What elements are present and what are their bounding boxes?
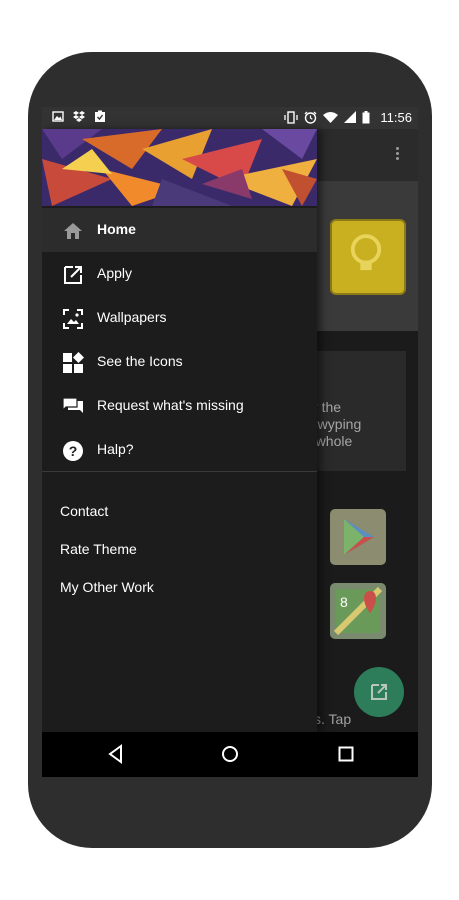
drawer-item-apply[interactable]: Apply [42, 252, 317, 296]
alarm-icon [304, 111, 317, 124]
drawer-item-label: Home [97, 221, 136, 237]
navigation-drawer: Home Apply Wallpapers See the Icons Requ… [42, 129, 317, 732]
drawer-item-request[interactable]: Request what's missing [42, 384, 317, 428]
drawer-item-contact[interactable]: Contact [60, 503, 108, 519]
drawer-item-label: Request what's missing [97, 397, 244, 413]
drawer-header-image [42, 129, 317, 206]
svg-text:8: 8 [340, 594, 348, 610]
wifi-icon [323, 112, 339, 123]
drawer-divider [42, 471, 317, 472]
chat-icon [62, 397, 83, 413]
system-nav-bar [42, 732, 418, 777]
drawer-item-wallpapers[interactable]: Wallpapers [42, 296, 317, 340]
open-external-icon [64, 266, 82, 284]
play-store-icon [330, 509, 386, 565]
maps-app-icon: 8 [330, 583, 386, 639]
image-icon [52, 111, 64, 122]
overflow-menu-icon[interactable] [396, 147, 400, 162]
drawer-item-label: Apply [97, 265, 133, 281]
recents-icon[interactable] [336, 744, 356, 764]
help-icon: ? [63, 441, 83, 461]
home-icon [64, 223, 82, 239]
drawer-item-my-other-work[interactable]: My Other Work [60, 579, 154, 595]
vibrate-icon [284, 111, 299, 124]
drawer-item-halp[interactable]: ? Halp? [42, 428, 317, 472]
lightbulb-app-icon [330, 219, 406, 295]
home-circle-icon[interactable] [220, 744, 240, 764]
drawer-item-rate-theme[interactable]: Rate Theme [60, 541, 137, 557]
open-external-icon [371, 684, 387, 700]
drawer-item-label: Halp? [97, 441, 134, 457]
clipboard-check-icon [95, 110, 105, 122]
status-time: 11:56 [380, 110, 412, 125]
screen: 11:56 pply the by swyping a whole 8 s. T… [42, 107, 418, 777]
widgets-icon [63, 352, 84, 373]
battery-icon [362, 111, 370, 124]
status-bar: 11:56 [42, 107, 418, 129]
signal-icon [344, 111, 357, 123]
back-icon[interactable] [106, 744, 126, 764]
dropbox-icon [73, 111, 85, 122]
app-bottom-text: s. Tap [314, 711, 352, 727]
drawer-item-label: Wallpapers [97, 309, 167, 325]
drawer-item-see-icons[interactable]: See the Icons [42, 340, 317, 384]
apply-fab-button[interactable] [354, 667, 404, 717]
drawer-item-home[interactable]: Home [42, 208, 317, 252]
drawer-item-label: See the Icons [97, 353, 183, 369]
wallpaper-icon [63, 309, 83, 329]
svg-text:?: ? [69, 443, 78, 459]
